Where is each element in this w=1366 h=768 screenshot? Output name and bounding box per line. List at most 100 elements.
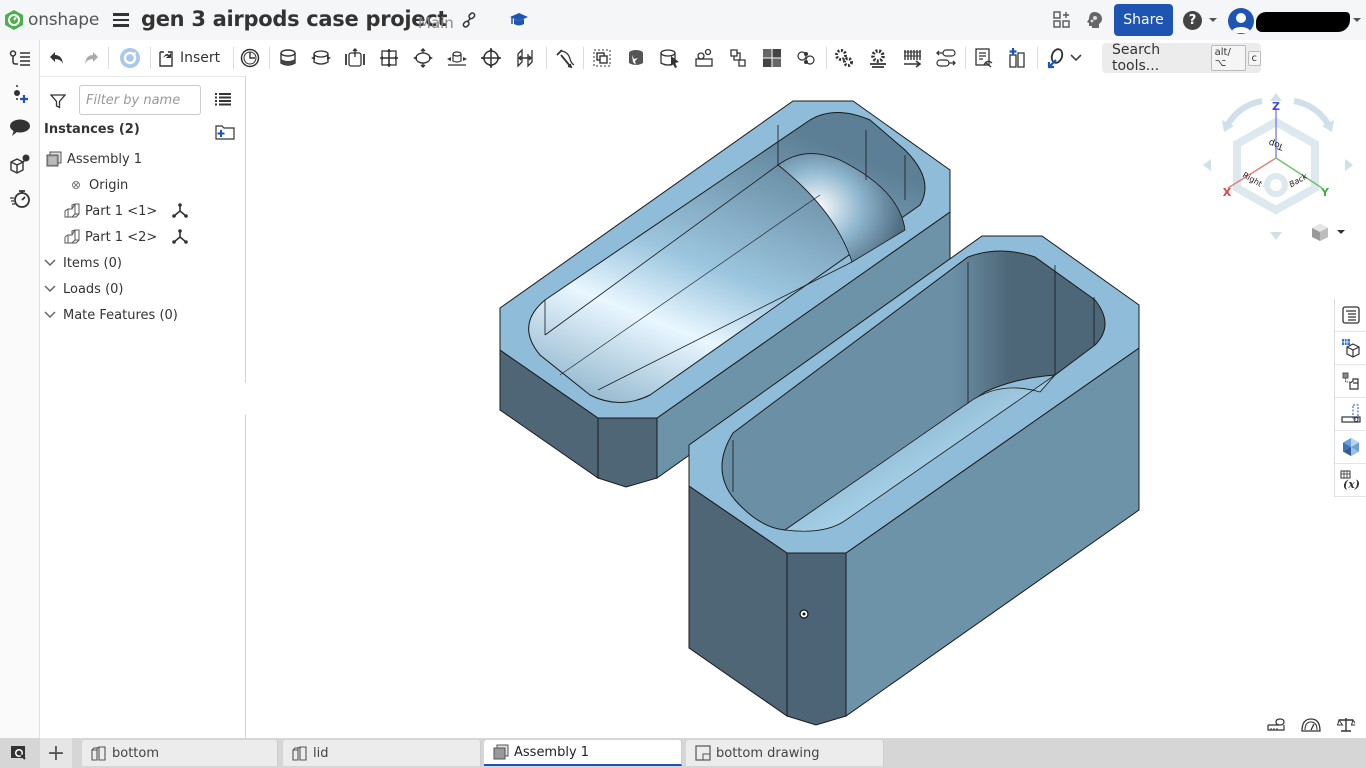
- explode-view-icon[interactable]: [759, 46, 785, 70]
- bom-icon[interactable]: [1335, 299, 1366, 332]
- mate-connector-panel-icon[interactable]: [1335, 365, 1366, 398]
- left-rail: [0, 40, 40, 738]
- roll-left-arrow[interactable]: [1225, 98, 1263, 126]
- axis-z-label: Z: [1272, 100, 1280, 113]
- gear-mate-icon[interactable]: [831, 46, 857, 70]
- tab-assembly-1[interactable]: Assembly 1: [484, 740, 682, 766]
- rotate-down-arrow[interactable]: [1270, 232, 1282, 240]
- list-view-icon[interactable]: [215, 92, 231, 106]
- render-studio-icon[interactable]: [1335, 431, 1366, 464]
- assembly-model-view[interactable]: [246, 76, 1366, 738]
- origin-icon: [68, 177, 84, 193]
- ai-advisor-icon[interactable]: [1085, 11, 1103, 29]
- more-tools-dropdown[interactable]: [1068, 46, 1084, 70]
- tab-bottom[interactable]: bottom: [82, 740, 278, 766]
- rack-pinion-icon[interactable]: [725, 46, 751, 70]
- section-items[interactable]: Items (0): [43, 251, 248, 275]
- regenerate-icon[interactable]: [117, 46, 143, 70]
- replace-replicate-icon[interactable]: [971, 46, 997, 70]
- interference-icon[interactable]: [793, 46, 819, 70]
- undo-icon[interactable]: [44, 46, 70, 70]
- roll-right-arrow[interactable]: [1293, 98, 1331, 126]
- tree-item-assembly[interactable]: Assembly 1: [46, 147, 251, 171]
- filter-by-name-input[interactable]: [79, 85, 201, 115]
- toolbar-divider: [233, 47, 234, 69]
- rotate-right-arrow[interactable]: [1345, 159, 1353, 171]
- tangent-mate-icon[interactable]: [552, 46, 578, 70]
- cylindrical-mate-icon[interactable]: [410, 46, 436, 70]
- toolbar-divider: [826, 47, 827, 69]
- view-cube[interactable]: Z X Y Top Right Back: [1200, 90, 1356, 240]
- revolute-mate-icon[interactable]: [308, 46, 334, 70]
- comments-icon[interactable]: [8, 116, 32, 140]
- face-top-label[interactable]: Top: [1267, 137, 1286, 152]
- add-tab-button[interactable]: +: [40, 738, 72, 768]
- mate-connector-triad-icon[interactable]: [172, 229, 188, 245]
- pin-slot-mate-icon[interactable]: [444, 46, 470, 70]
- rotate-left-arrow[interactable]: [1203, 159, 1211, 171]
- feature-list-icon[interactable]: [8, 47, 32, 71]
- linear-relation-icon[interactable]: [933, 46, 959, 70]
- insert-button[interactable]: Insert: [158, 46, 220, 70]
- section-loads[interactable]: Loads (0): [43, 277, 248, 301]
- mate-connector-icon[interactable]: [623, 46, 649, 70]
- variable-table-icon[interactable]: (x): [1335, 464, 1366, 497]
- redo-icon[interactable]: [78, 46, 104, 70]
- user-avatar[interactable]: [1228, 8, 1254, 34]
- planar-mate-icon[interactable]: [376, 46, 402, 70]
- configuration-icon[interactable]: [8, 152, 32, 176]
- onshape-logo[interactable]: onshape: [4, 9, 99, 31]
- insert-mate-connector-icon[interactable]: [8, 82, 32, 106]
- view-options-dropdown[interactable]: [1310, 222, 1348, 242]
- toolbar-divider: [546, 47, 547, 69]
- filter-icon[interactable]: [50, 93, 66, 109]
- fastened-mate-icon[interactable]: [275, 46, 301, 70]
- toolbar-divider: [108, 47, 109, 69]
- help-icon[interactable]: ?: [1183, 11, 1202, 30]
- appearance-panel-icon[interactable]: [1335, 332, 1366, 365]
- tab-search-icon[interactable]: [10, 745, 28, 761]
- ball-mate-icon[interactable]: [478, 46, 504, 70]
- main-menu-button[interactable]: [113, 13, 129, 27]
- section-mate-features[interactable]: Mate Features (0): [43, 303, 248, 327]
- replicate-icon[interactable]: [237, 46, 263, 70]
- link-icon[interactable]: [461, 12, 477, 28]
- user-name-redacted[interactable]: [1256, 12, 1350, 32]
- search-tools-input[interactable]: Search tools... alt/⌥ c: [1102, 42, 1261, 74]
- group-icon[interactable]: [589, 46, 615, 70]
- mass-scale-icon[interactable]: [1336, 716, 1356, 734]
- gear-relation-icon[interactable]: [691, 46, 717, 70]
- tree-item-part-2[interactable]: Part 1 <2>: [64, 225, 269, 249]
- section-view-icon[interactable]: [1335, 398, 1366, 431]
- rack-mate-icon[interactable]: [865, 46, 891, 70]
- share-button[interactable]: Share: [1114, 4, 1173, 36]
- graphics-viewport[interactable]: [246, 76, 1366, 738]
- tree-item-part-1[interactable]: Part 1 <1>: [64, 199, 269, 223]
- measure-tool-icon[interactable]: [1266, 716, 1286, 734]
- tab-label: lid: [313, 745, 329, 761]
- parallel-mate-icon[interactable]: [512, 46, 538, 70]
- mate-selection-icon[interactable]: [657, 46, 683, 70]
- performance-timer-icon[interactable]: [8, 186, 32, 210]
- app-store-icon[interactable]: [1053, 11, 1071, 29]
- tab-lid[interactable]: lid: [283, 740, 481, 766]
- mass-properties-gauge-icon[interactable]: [1301, 716, 1321, 734]
- tab-bottom-drawing[interactable]: bottom drawing: [686, 740, 884, 766]
- help-dropdown-caret[interactable]: [1209, 18, 1217, 22]
- axis-y-label: Y: [1320, 186, 1330, 199]
- user-menu-caret[interactable]: [1353, 18, 1361, 22]
- new-folder-icon[interactable]: [215, 124, 235, 140]
- learning-center-icon[interactable]: [509, 11, 529, 29]
- slider-mate-icon[interactable]: [342, 46, 368, 70]
- chevron-down-icon: [43, 282, 57, 296]
- insert-part-icon[interactable]: [1005, 46, 1031, 70]
- chevron-down-icon: [43, 308, 57, 322]
- chevron-down-icon: [43, 256, 57, 270]
- document-title[interactable]: gen 3 airpods case project: [141, 7, 447, 31]
- screw-mate-icon[interactable]: [899, 46, 925, 70]
- mate-limits-icon[interactable]: [1043, 46, 1069, 70]
- mate-connector-triad-icon[interactable]: [172, 203, 188, 219]
- tree-item-origin[interactable]: Origin: [68, 173, 273, 197]
- branch-label[interactable]: Main: [418, 14, 454, 32]
- face-back-label[interactable]: Back: [1288, 171, 1310, 189]
